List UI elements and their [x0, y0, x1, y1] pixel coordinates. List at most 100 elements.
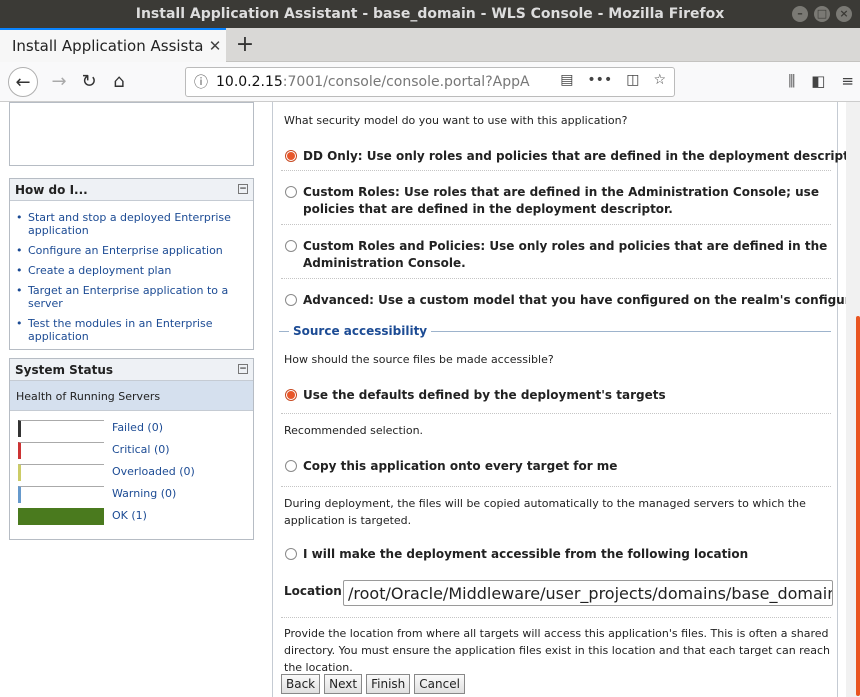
url-bar[interactable]: ⓘ 10.0.2.15:7001/console/console.portal?… [185, 67, 675, 97]
window-titlebar: Install Application Assistant - base_dom… [0, 0, 860, 28]
howdo-title: How do I... − [10, 179, 253, 201]
system-status-title: System Status − [10, 359, 253, 381]
source-option-copy[interactable]: Copy this application onto every target … [285, 458, 835, 478]
forward-icon[interactable]: → [44, 67, 74, 97]
finish-button[interactable]: Finish [366, 674, 411, 694]
howdo-title-text: How do I... [15, 183, 88, 197]
new-tab-icon[interactable]: + [232, 32, 258, 58]
close-tab-icon[interactable]: ✕ [204, 37, 226, 55]
status-bar [18, 420, 104, 437]
radio-label: Use the defaults defined by the deployme… [303, 388, 666, 402]
radio-button[interactable] [285, 294, 297, 306]
radio-button[interactable] [285, 548, 297, 560]
radio-button[interactable] [285, 389, 297, 401]
browser-tab[interactable]: Install Application Assistant ✕ [0, 28, 226, 62]
location-label: Location: [284, 584, 347, 598]
location-note: Provide the location from where all targ… [284, 627, 830, 674]
health-heading: Health of Running Servers [10, 381, 253, 411]
security-question: What security model do you want to use w… [284, 114, 628, 127]
window-title: Install Application Assistant - base_dom… [135, 6, 725, 22]
source-option-defaults[interactable]: Use the defaults defined by the deployme… [285, 387, 835, 407]
change-center-panel [9, 102, 254, 166]
sidebar-toggle-icon[interactable]: ◧ [811, 72, 825, 90]
bookmark-star-icon[interactable]: ☆ [653, 72, 666, 88]
minimize-icon[interactable]: – [792, 6, 808, 22]
security-option-custom-roles-policies[interactable]: Custom Roles and Policies: Use only role… [285, 238, 835, 274]
collapse-icon[interactable]: − [238, 184, 248, 194]
cancel-button[interactable]: Cancel [414, 674, 465, 694]
radio-label: Custom Roles and Policies: Use only role… [303, 239, 828, 270]
back-icon[interactable]: ← [8, 67, 38, 97]
menu-icon[interactable]: ≡ [841, 72, 854, 90]
page-content: How do I... − • Start and stop a deployed… [0, 102, 860, 697]
location-input[interactable]: /root/Oracle/Middleware/user_projects/do… [343, 580, 833, 606]
howdo-link[interactable]: Test the modules in an Enterprise applic… [28, 317, 247, 343]
status-link[interactable]: Critical (0) [112, 443, 170, 456]
radio-label: DD Only: Use only roles and policies tha… [303, 149, 860, 163]
reload-icon[interactable]: ↻ [74, 67, 104, 97]
howdo-item[interactable]: • Start and stop a deployed Enterprise ap… [16, 211, 247, 237]
security-option-custom-roles[interactable]: Custom Roles: Use roles that are defined… [285, 184, 835, 220]
status-link[interactable]: Warning (0) [112, 487, 176, 500]
collapse-icon[interactable]: − [238, 364, 248, 374]
status-link[interactable]: Overloaded (0) [112, 465, 195, 478]
status-row-failed: Failed (0) [10, 417, 253, 439]
security-option-advanced[interactable]: Advanced: Use a custom model that you ha… [285, 292, 860, 312]
radio-button[interactable] [285, 186, 297, 198]
divider [281, 224, 831, 225]
howdo-link[interactable]: Configure an Enterprise application [28, 244, 223, 257]
back-button[interactable]: Back [281, 674, 321, 694]
howdo-item[interactable]: • Create a deployment plan [16, 264, 247, 277]
source-option-location[interactable]: I will make the deployment accessible fr… [285, 546, 835, 566]
divider [281, 413, 831, 414]
divider [281, 486, 831, 487]
security-option-dd-only[interactable]: DD Only: Use only roles and policies tha… [285, 148, 860, 168]
status-link[interactable]: Failed (0) [112, 421, 163, 434]
url-path: :7001/console/console.portal?AppA [282, 74, 530, 90]
source-accessibility-section: Source accessibility [279, 324, 831, 340]
howdo-item[interactable]: • Configure an Enterprise application [16, 244, 247, 257]
scrollbar-thumb[interactable] [856, 316, 860, 696]
status-link[interactable]: OK (1) [112, 509, 147, 522]
status-row-warning: Warning (0) [10, 483, 253, 505]
maximize-icon[interactable]: □ [814, 6, 830, 22]
howdo-panel: How do I... − • Start and stop a deployed… [9, 178, 254, 350]
radio-label: I will make the deployment accessible fr… [303, 547, 749, 561]
page-actions-icon[interactable]: ••• [587, 72, 612, 88]
howdo-link[interactable]: Start and stop a deployed Enterprise app… [28, 211, 247, 237]
info-icon[interactable]: ⓘ [194, 72, 208, 92]
status-rows: Failed (0) Critical (0) Overloaded (0) W… [10, 411, 253, 527]
section-title: Source accessibility [289, 324, 432, 338]
radio-label: Advanced: Use a custom model that you ha… [303, 293, 860, 307]
bullet-icon: • [16, 211, 23, 224]
next-button[interactable]: Next [324, 674, 363, 694]
bullet-icon: • [16, 244, 23, 257]
system-status-title-text: System Status [15, 363, 114, 377]
howdo-item[interactable]: • Target an Enterprise application to a s… [16, 284, 247, 310]
status-bar [18, 486, 104, 503]
howdo-link[interactable]: Target an Enterprise application to a se… [28, 284, 247, 310]
window-controls: – □ × [792, 6, 852, 22]
home-icon[interactable]: ⌂ [104, 67, 134, 97]
divider [281, 278, 831, 279]
tab-bar: Install Application Assistant ✕ + [0, 28, 860, 62]
close-window-icon[interactable]: × [836, 6, 852, 22]
radio-button[interactable] [285, 240, 297, 252]
status-row-ok: OK (1) [10, 505, 253, 527]
status-bar [18, 464, 104, 481]
howdo-item[interactable]: • Test the modules in an Enterprise appli… [16, 317, 247, 343]
source-note-copy: During deployment, the files will be cop… [284, 497, 806, 527]
radio-label: Custom Roles: Use roles that are defined… [303, 185, 819, 216]
pocket-icon[interactable]: ◫ [626, 72, 639, 88]
reader-view-icon[interactable]: ▤ [560, 72, 573, 88]
howdo-link[interactable]: Create a deployment plan [28, 264, 171, 277]
radio-button[interactable] [285, 150, 297, 162]
tab-title: Install Application Assistant [12, 37, 204, 55]
library-icon[interactable]: ⫼ [788, 72, 795, 90]
divider [281, 617, 831, 618]
url-host: 10.0.2.15 [216, 74, 283, 90]
page-scrollbar[interactable] [846, 102, 860, 697]
radio-button[interactable] [285, 460, 297, 472]
url-actions: ▤ ••• ◫ ☆ [560, 72, 666, 88]
source-note-defaults: Recommended selection. [284, 424, 424, 437]
